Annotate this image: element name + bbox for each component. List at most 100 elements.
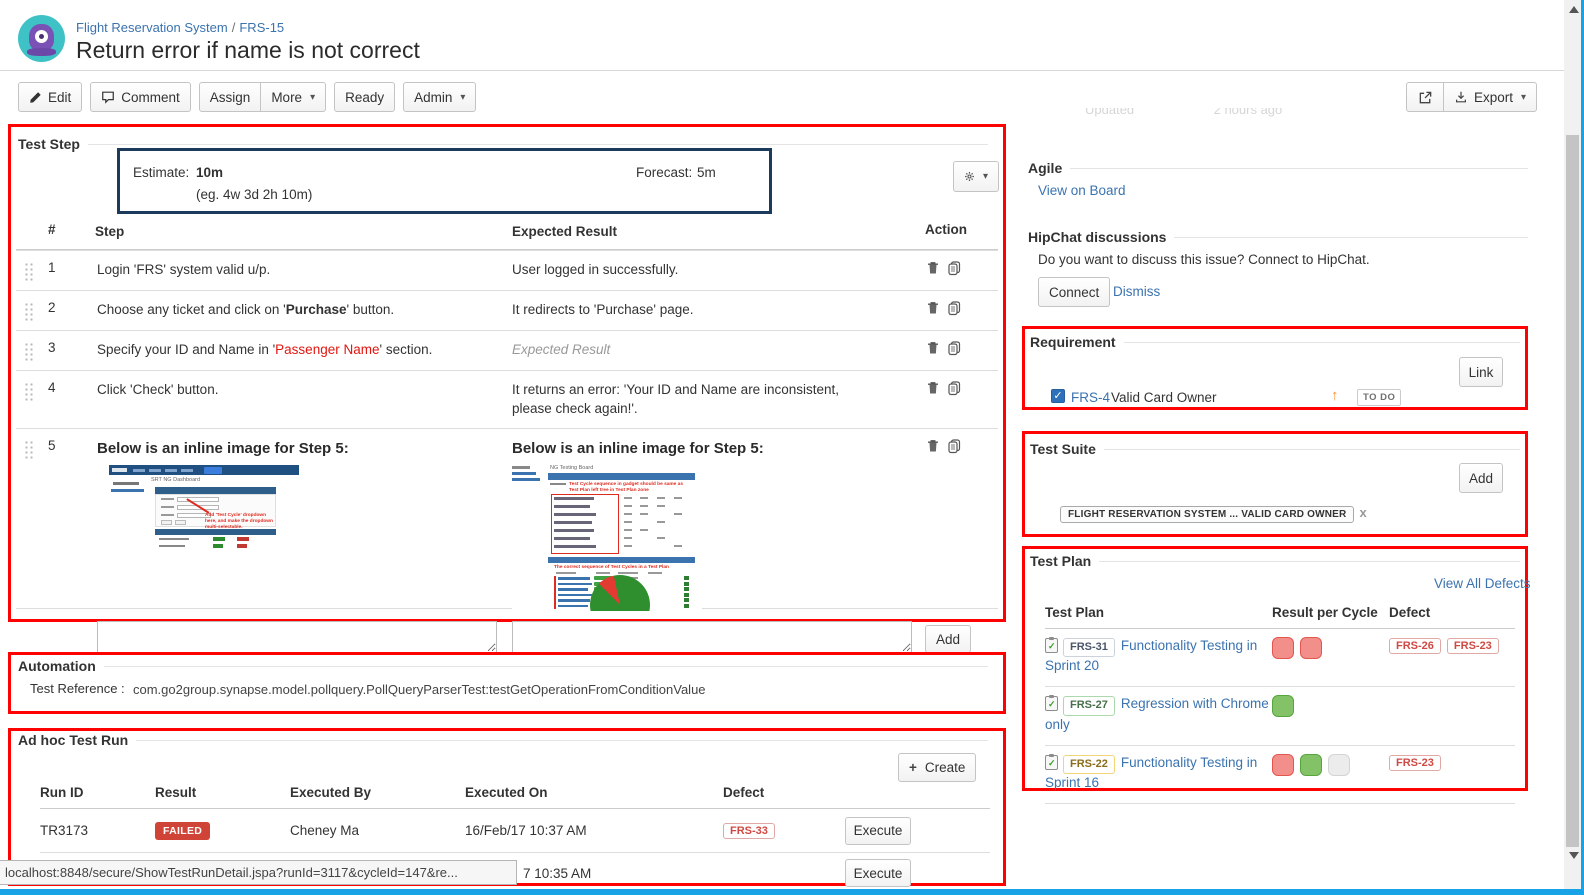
cycle-result-square-red[interactable] xyxy=(1272,637,1294,659)
new-expected-result-input[interactable] xyxy=(512,621,912,653)
step-text[interactable]: Login 'FRS' system valid u/p. xyxy=(78,260,491,280)
breadcrumb-issue-link[interactable]: FRS-15 xyxy=(239,20,284,35)
scrollbar-down-arrow[interactable] xyxy=(1569,852,1579,859)
adhoc-run-row: TR3173 FAILED Cheney Ma 16/Feb/17 10:37 … xyxy=(40,809,990,853)
step-text[interactable]: Specify your ID and Name in 'Passenger N… xyxy=(78,340,491,360)
col-action: Action xyxy=(903,222,996,237)
drag-handle-icon[interactable] xyxy=(24,342,33,361)
cycle-result-square-gray[interactable] xyxy=(1328,754,1350,776)
run-id[interactable]: TR3173 xyxy=(40,823,155,838)
adhoc-section-title: Ad hoc Test Run xyxy=(18,732,136,748)
drag-handle-icon[interactable] xyxy=(24,262,33,281)
jira-issue-page: Flight Reservation System/FRS-15 Return … xyxy=(0,0,1584,895)
copy-step-icon[interactable] xyxy=(946,340,962,356)
defect-link-badge[interactable]: FRS-23 xyxy=(1389,755,1441,771)
requirement-link-button[interactable]: Link xyxy=(1459,357,1503,387)
test-plan-icon xyxy=(1045,755,1058,770)
assign-more-group: Assign More xyxy=(199,82,326,112)
ready-button[interactable]: Ready xyxy=(334,82,395,112)
execute-button[interactable]: Execute xyxy=(845,817,911,845)
expected-text[interactable]: User logged in successfully. xyxy=(491,260,903,280)
admin-menu-button[interactable]: Admin xyxy=(403,82,476,112)
col-num: # xyxy=(48,222,78,237)
result-per-cycle[interactable] xyxy=(1272,754,1389,779)
test-plan-key-badge[interactable]: FRS-31 xyxy=(1063,638,1115,657)
chip-remove-icon[interactable]: x xyxy=(1359,505,1366,520)
estimate-value: 10m xyxy=(196,165,223,180)
result-per-cycle[interactable] xyxy=(1272,637,1389,662)
test-suite-add-button[interactable]: Add xyxy=(1459,463,1503,493)
hipchat-dismiss-link[interactable]: Dismiss xyxy=(1113,284,1160,299)
execute-button[interactable]: Execute xyxy=(845,859,911,887)
export-button[interactable]: Export xyxy=(1443,82,1537,112)
issue-toolbar: Edit Comment Assign More Ready Admin xyxy=(18,82,476,112)
delete-step-icon[interactable] xyxy=(925,380,941,396)
assign-button[interactable]: Assign xyxy=(199,82,262,112)
step-text[interactable]: Below is an inline image for Step 5: SRT… xyxy=(78,438,491,547)
test-plan-key-badge[interactable]: FRS-22 xyxy=(1063,755,1115,774)
result-per-cycle[interactable] xyxy=(1272,695,1389,720)
step-text[interactable]: Click 'Check' button. xyxy=(78,380,491,400)
expected-placeholder[interactable]: Expected Result xyxy=(491,340,903,360)
create-test-run-button[interactable]: Create xyxy=(898,753,976,782)
cycle-result-square-red[interactable] xyxy=(1272,754,1294,776)
estimate-forecast-box: Estimate: 10m (eg. 4w 3d 2h 10m) Forecas… xyxy=(117,148,772,214)
defect-link-badge[interactable]: FRS-23 xyxy=(1447,638,1499,654)
breadcrumb-project-link[interactable]: Flight Reservation System xyxy=(76,20,228,35)
cycle-result-square-red[interactable] xyxy=(1300,637,1322,659)
share-button[interactable] xyxy=(1406,82,1444,112)
test-reference-label: Test Reference : xyxy=(30,681,125,696)
cycle-result-square-green[interactable] xyxy=(1272,695,1294,717)
copy-step-icon[interactable] xyxy=(946,300,962,316)
requirement-checkbox[interactable] xyxy=(1051,389,1065,403)
drag-handle-icon[interactable] xyxy=(24,440,33,459)
hipchat-text: Do you want to discuss this issue? Conne… xyxy=(1038,252,1370,267)
delete-step-icon[interactable] xyxy=(925,260,941,276)
delete-step-icon[interactable] xyxy=(925,340,941,356)
defect-badges[interactable]: FRS-23 xyxy=(1389,754,1515,771)
export-download-icon xyxy=(1454,90,1468,104)
new-step-input[interactable] xyxy=(97,621,497,653)
delete-step-icon[interactable] xyxy=(925,438,941,454)
comment-bubble-icon xyxy=(101,90,115,104)
scrollbar-thumb[interactable] xyxy=(1566,135,1579,847)
copy-step-icon[interactable] xyxy=(946,438,962,454)
test-plan-row: FRS-22Functionality Testing in Sprint 16… xyxy=(1045,746,1515,804)
expected-text[interactable]: Below is an inline image for Step 5: NG … xyxy=(491,438,903,608)
copy-step-icon[interactable] xyxy=(946,260,962,276)
test-plan-key-badge[interactable]: FRS-27 xyxy=(1063,696,1115,715)
estimate-hint: (eg. 4w 3d 2h 10m) xyxy=(196,187,312,202)
delete-step-icon[interactable] xyxy=(925,300,941,316)
comment-button[interactable]: Comment xyxy=(90,82,191,112)
test-step-row: 1 Login 'FRS' system valid u/p. User log… xyxy=(16,250,998,290)
defect-link-badge[interactable]: FRS-33 xyxy=(723,823,775,839)
test-suite-chip[interactable]: FLIGHT RESERVATION SYSTEM ... VALID CARD… xyxy=(1060,506,1354,523)
test-plan-row: FRS-31Functionality Testing in Sprint 20… xyxy=(1045,629,1515,687)
statusbar-link-preview: localhost:8848/secure/ShowTestRunDetail.… xyxy=(0,860,517,885)
test-plan-table: Test Plan Result per Cycle Defect FRS-31… xyxy=(1045,605,1515,804)
scrollbar-up-arrow[interactable] xyxy=(1569,6,1579,13)
view-on-board-link[interactable]: View on Board xyxy=(1038,183,1126,198)
defect-link-badge[interactable]: FRS-26 xyxy=(1389,638,1441,654)
inline-image-testing-board[interactable]: NG Testing Board Test Cycle sequence in … xyxy=(512,463,702,611)
step-settings-button[interactable] xyxy=(953,161,999,192)
more-menu-button[interactable]: More xyxy=(260,82,326,112)
expected-text[interactable]: It returns an error: 'Your ID and Name a… xyxy=(491,380,881,419)
expected-text[interactable]: It redirects to 'Purchase' page. xyxy=(491,300,903,320)
drag-handle-icon[interactable] xyxy=(24,382,33,401)
hipchat-connect-button[interactable]: Connect xyxy=(1038,277,1110,307)
view-all-defects-link[interactable]: View All Defects xyxy=(1434,576,1531,591)
edit-button[interactable]: Edit xyxy=(18,82,82,112)
inline-image-srt-dashboard[interactable]: SRT NG Dashboard Add 'Test Cycle' dropdo… xyxy=(109,465,299,552)
cycle-result-square-green[interactable] xyxy=(1300,754,1322,776)
requirement-key-link[interactable]: FRS-4 xyxy=(1071,390,1110,405)
step-text[interactable]: Choose any ticket and click on 'Purchase… xyxy=(78,300,491,320)
defect-badges[interactable]: FRS-26 FRS-23 xyxy=(1389,637,1515,654)
test-plan-icon xyxy=(1045,696,1058,711)
drag-handle-icon[interactable] xyxy=(24,302,33,321)
executed-on: 16/Feb/17 10:37 AM xyxy=(465,823,723,838)
add-step-button[interactable]: Add xyxy=(925,625,971,653)
pencil-icon xyxy=(29,91,42,104)
copy-step-icon[interactable] xyxy=(946,380,962,396)
test-step-row: 2 Choose any ticket and click on 'Purcha… xyxy=(16,290,998,330)
